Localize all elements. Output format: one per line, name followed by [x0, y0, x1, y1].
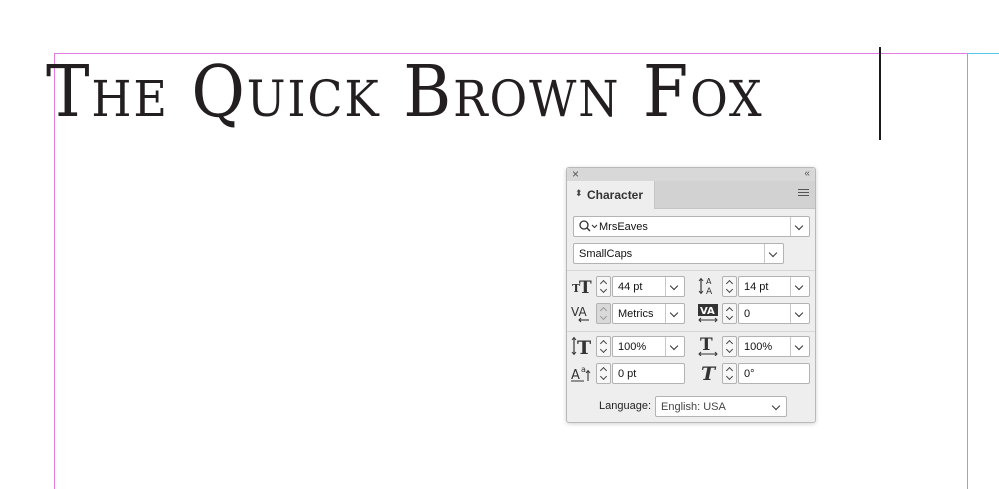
font-size-icon: TT	[571, 276, 593, 298]
leading-field[interactable]: 14 pt	[738, 276, 810, 297]
chevron-down-icon[interactable]	[790, 304, 809, 323]
svg-text:A: A	[706, 287, 713, 296]
kerning-icon: VA	[571, 303, 593, 323]
horizontal-scale-value: 100%	[744, 341, 773, 353]
vertical-scale-field[interactable]: 100%	[612, 336, 685, 357]
close-icon[interactable]: ×	[572, 167, 579, 181]
font-family-value: MrsEaves	[599, 221, 648, 233]
chevron-down-icon[interactable]	[790, 217, 809, 236]
font-size-stepper[interactable]	[596, 276, 611, 297]
chevron-down-icon[interactable]	[768, 397, 786, 416]
svg-text:VA: VA	[571, 305, 587, 319]
svg-text:T: T	[701, 363, 717, 383]
font-size-value: 44 pt	[618, 281, 643, 293]
svg-text:T: T	[577, 337, 591, 356]
language-value: English: USA	[661, 401, 726, 413]
skew-stepper[interactable]	[722, 363, 737, 384]
tab-expand-icon[interactable]: ⬍	[575, 188, 583, 199]
text-insertion-cursor	[879, 47, 881, 140]
tab-character-label: Character	[587, 188, 644, 202]
margin-guide-right	[967, 53, 968, 489]
chevron-down-icon[interactable]	[790, 277, 809, 296]
font-family-field[interactable]: MrsEaves	[573, 216, 810, 237]
svg-text:VA: VA	[700, 306, 715, 317]
vertical-scale-stepper[interactable]	[596, 336, 611, 357]
skew-value: 0°	[744, 368, 755, 380]
character-panel[interactable]: × ‹‹ ⬍ Character MrsEaves SmallCaps TT 4…	[566, 167, 816, 423]
baseline-shift-value: 0 pt	[618, 368, 637, 380]
horizontal-scale-stepper[interactable]	[722, 336, 737, 357]
chevron-down-icon[interactable]	[665, 337, 684, 356]
collapse-panel-icon[interactable]: ‹‹	[804, 167, 810, 181]
tracking-field[interactable]: 0	[738, 303, 810, 324]
leading-value: 14 pt	[744, 281, 769, 293]
kerning-field[interactable]: Metrics	[612, 303, 685, 324]
vertical-scale-value: 100%	[618, 341, 647, 353]
divider	[567, 270, 815, 271]
tab-character[interactable]: ⬍ Character	[567, 181, 655, 209]
kerning-value: Metrics	[618, 308, 654, 320]
svg-text:a: a	[581, 365, 586, 374]
chevron-down-icon[interactable]	[790, 337, 809, 356]
baseline-shift-field[interactable]: 0 pt	[612, 363, 685, 384]
horizontal-scale-field[interactable]: 100%	[738, 336, 810, 357]
skew-icon: T	[697, 363, 719, 385]
leading-icon: AA	[697, 276, 719, 297]
baseline-shift-icon: Aa	[571, 363, 593, 383]
divider	[567, 331, 815, 332]
chevron-down-icon[interactable]	[665, 277, 684, 296]
font-size-field[interactable]: 44 pt	[612, 276, 685, 297]
skew-field[interactable]: 0°	[738, 363, 810, 384]
chevron-down-icon[interactable]	[764, 244, 783, 263]
font-style-field[interactable]: SmallCaps	[573, 243, 784, 264]
tracking-stepper[interactable]	[722, 303, 737, 324]
svg-text:T: T	[700, 336, 713, 355]
font-style-value: SmallCaps	[579, 248, 633, 260]
leading-stepper[interactable]	[722, 276, 737, 297]
panel-tab-strip: ⬍ Character	[567, 181, 815, 209]
svg-text:T: T	[579, 278, 592, 296]
horizontal-scale-icon: T	[697, 335, 719, 357]
vertical-scale-icon: T	[571, 336, 593, 359]
chevron-down-icon[interactable]	[665, 304, 684, 323]
tracking-icon: VA	[697, 303, 719, 323]
svg-text:A: A	[706, 277, 712, 286]
panel-menu-icon[interactable]	[798, 189, 809, 198]
column-guide-top	[968, 53, 999, 54]
baseline-shift-stepper[interactable]	[596, 363, 611, 384]
language-label: Language:	[599, 400, 651, 412]
search-icon[interactable]	[578, 219, 600, 234]
kerning-stepper[interactable]	[596, 303, 611, 324]
panel-titlebar[interactable]: × ‹‹	[567, 167, 815, 181]
text-frame-headline[interactable]: The Quick Brown Fox	[46, 52, 763, 132]
tracking-value: 0	[744, 308, 751, 320]
language-field[interactable]: English: USA	[655, 396, 787, 417]
